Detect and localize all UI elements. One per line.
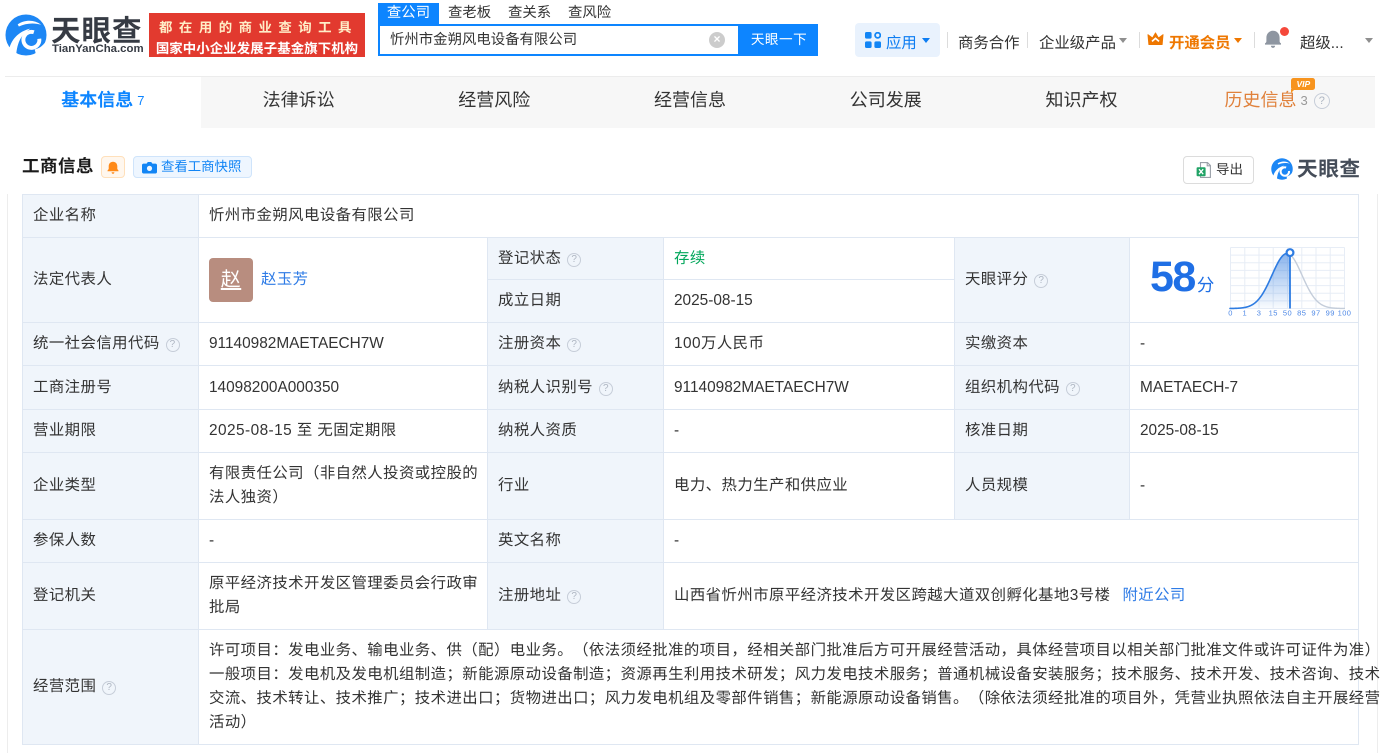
- svg-text:85: 85: [1297, 309, 1306, 318]
- svg-text:50: 50: [1283, 309, 1292, 318]
- svg-text:15: 15: [1269, 309, 1278, 318]
- svg-text:1: 1: [1242, 309, 1247, 318]
- svg-text:0: 0: [1228, 309, 1233, 318]
- svg-text:97: 97: [1311, 309, 1320, 318]
- svg-text:100: 100: [1338, 309, 1351, 318]
- svg-text:3: 3: [1257, 309, 1262, 318]
- svg-text:99: 99: [1326, 309, 1335, 318]
